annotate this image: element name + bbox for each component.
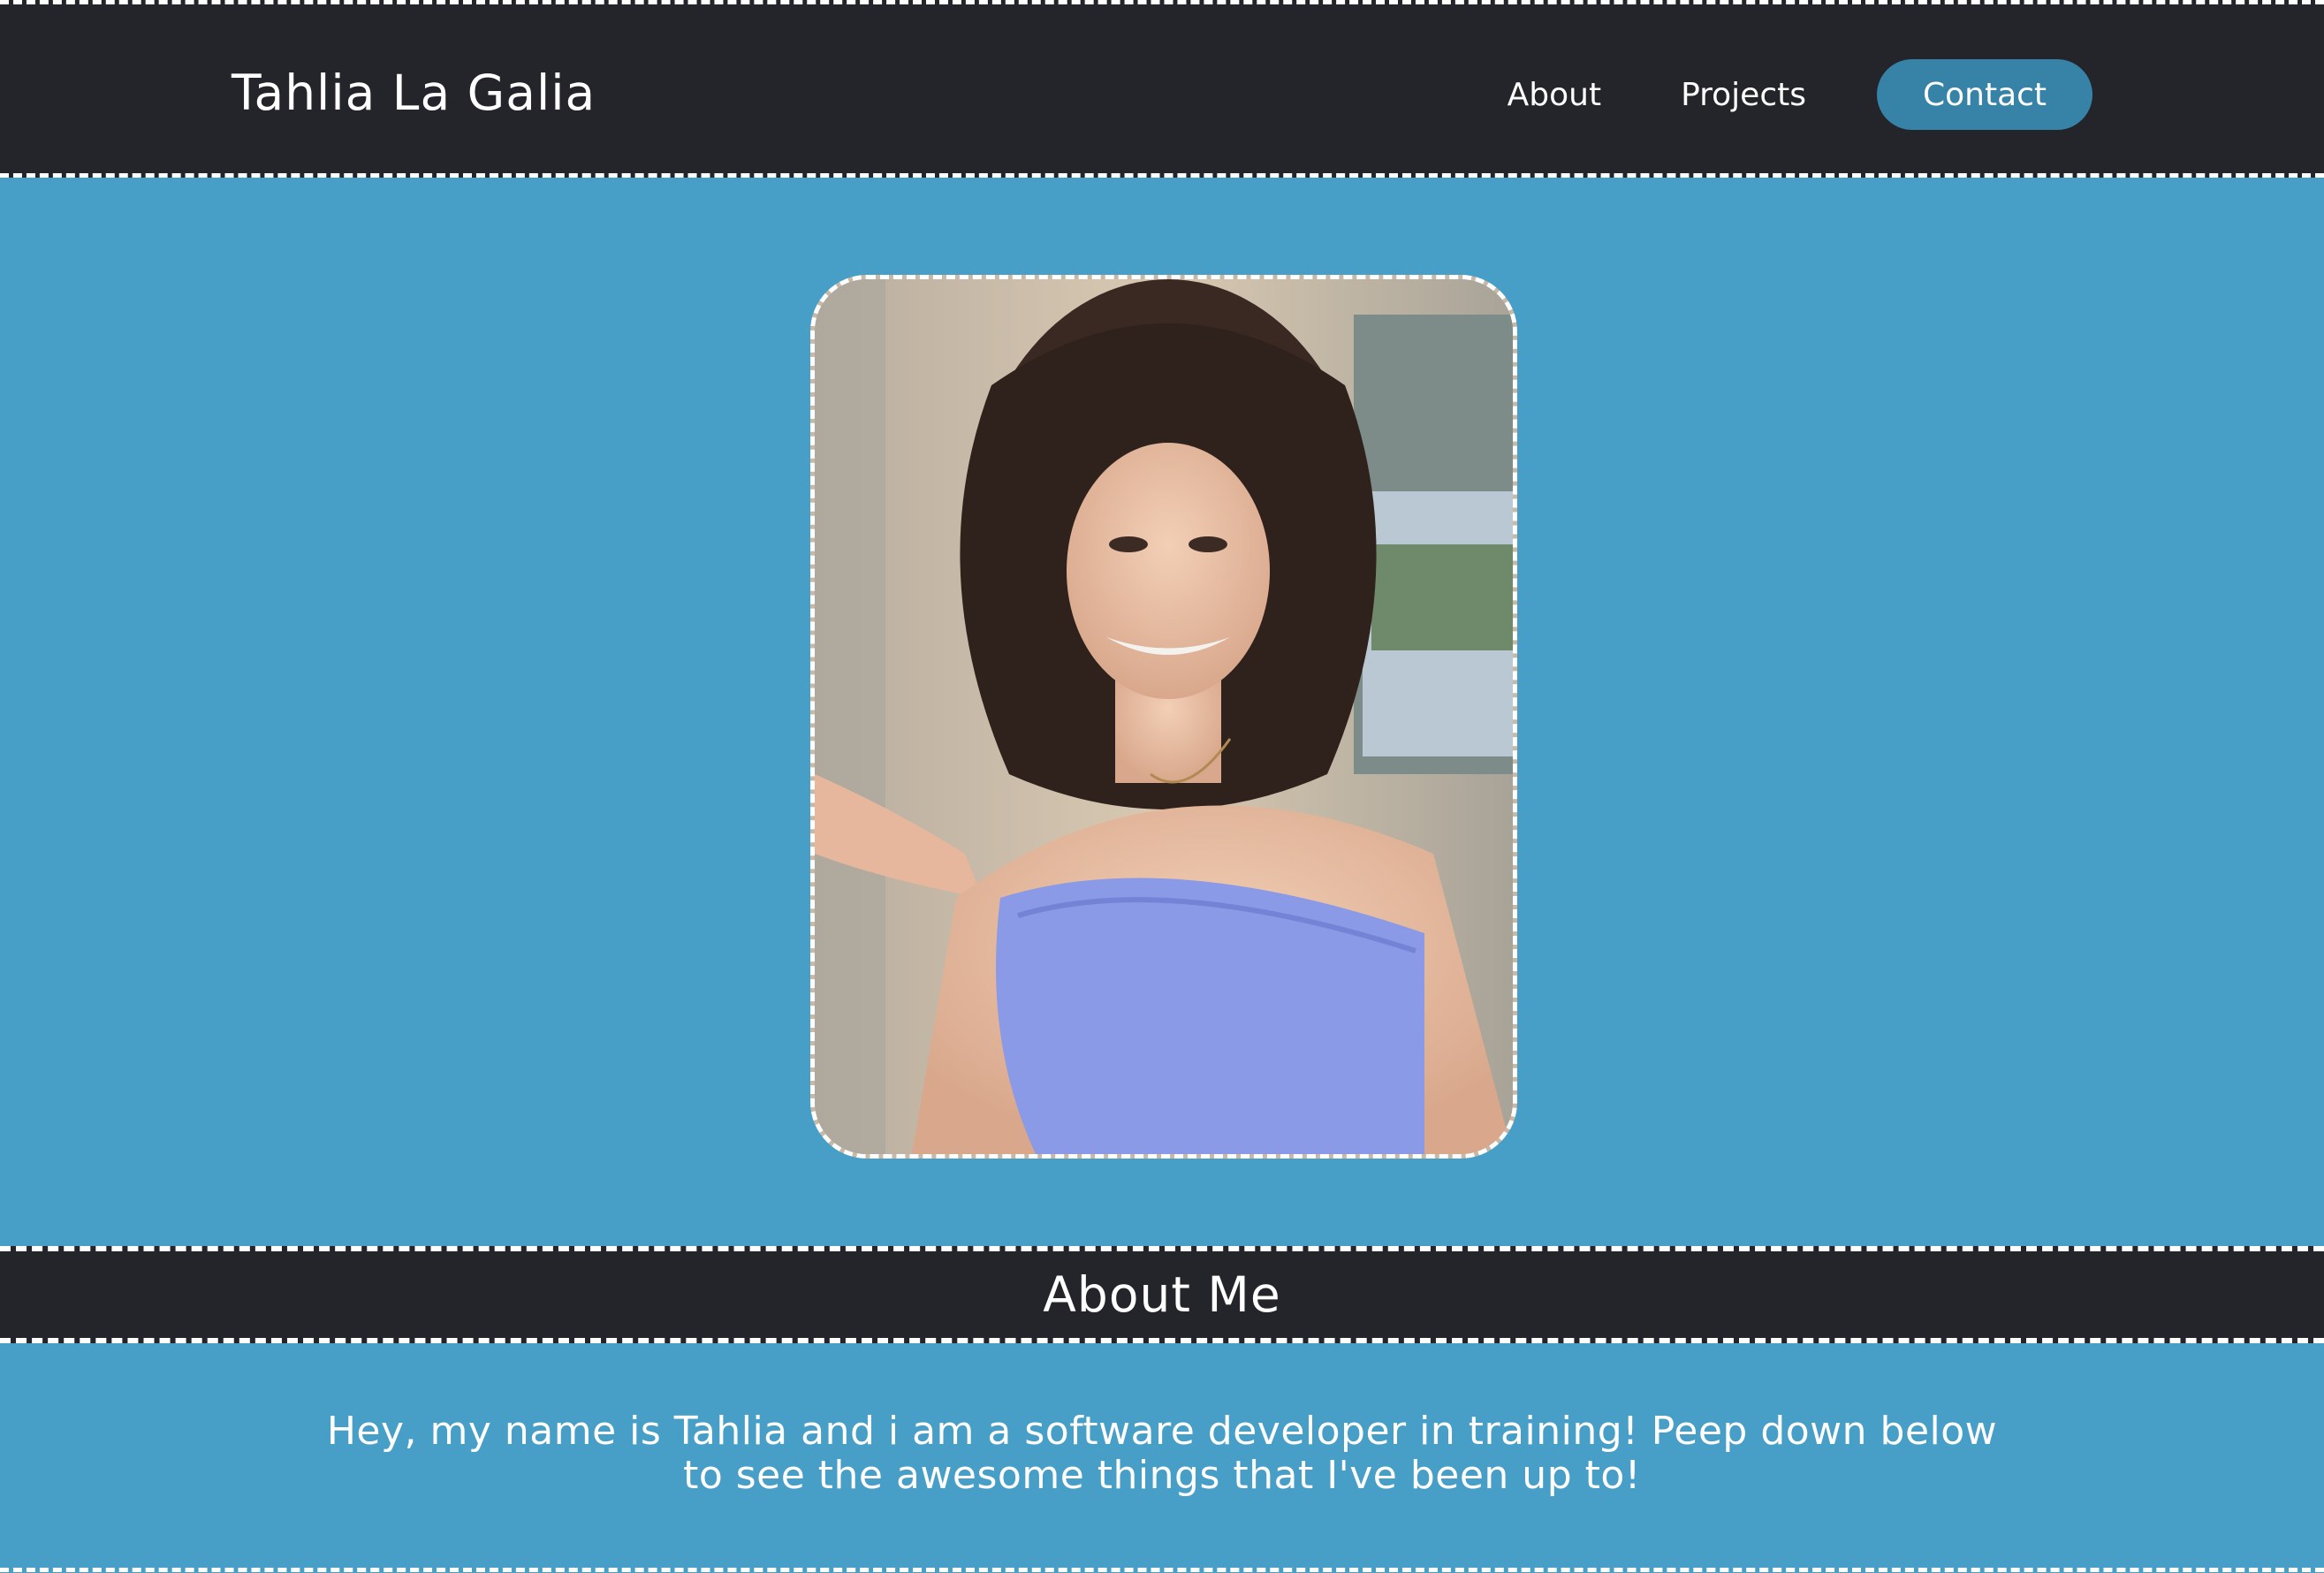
about-me-title: About Me [1043,1266,1281,1323]
site-header: Tahlia La Galia About Projects Contact [0,0,2324,178]
about-text-line-1: Hey, my name is Tahlia and i am a softwa… [326,1409,1998,1454]
profile-photo [810,275,1517,1159]
site-brand[interactable]: Tahlia La Galia [232,65,596,121]
about-text-line-2: to see the awesome things that I've been… [683,1453,1641,1498]
nav-about-link[interactable]: About [1508,77,1601,113]
about-me-text: Hey, my name is Tahlia and i am a softwa… [230,1410,2094,1498]
nav-projects-link[interactable]: Projects [1681,77,1806,113]
profile-photo-image [815,279,1513,1154]
contact-button[interactable]: Contact [1877,59,2092,130]
bottom-divider [0,1568,2324,1572]
about-me-band: About Me [0,1246,2324,1343]
main-nav: About Projects Contact [1508,59,2092,130]
page: Tahlia La Galia About Projects Contact A… [0,0,2324,1573]
